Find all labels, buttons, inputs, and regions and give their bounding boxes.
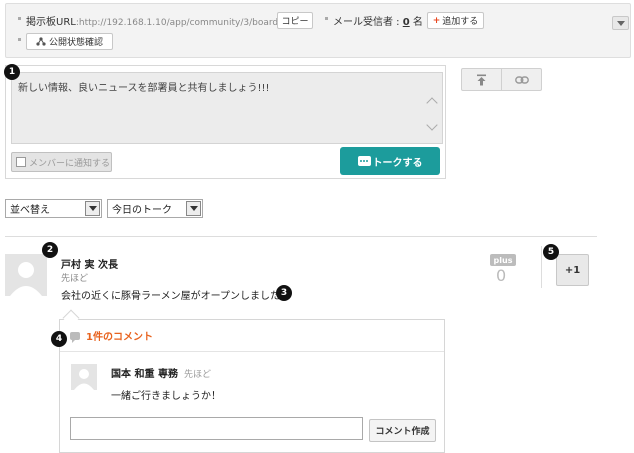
- mail-recipients-label: メール受信者 :: [333, 17, 403, 28]
- avatar-icon: [5, 254, 47, 296]
- comment-author-avatar[interactable]: [71, 364, 97, 390]
- copy-url-button[interactable]: コピー: [277, 12, 313, 29]
- marker-4: 4: [51, 331, 67, 347]
- board-url-label-text: 掲示板URL: [26, 17, 76, 28]
- notify-members-checkbox[interactable]: [16, 157, 26, 167]
- post-composer: 新しい情報、良いニュースを部署員と共有しましょう!!! メンバーに通知する トー…: [5, 65, 446, 179]
- triangle-down-icon: [88, 206, 97, 211]
- marker-1: 1: [4, 64, 20, 80]
- board-info-bar: 掲示板URL:http://192.168.1.10/app/community…: [5, 3, 631, 58]
- bullet-icon: [18, 17, 21, 20]
- post-textarea[interactable]: 新しい情報、良いニュースを部署員と共有しましょう!!!: [11, 72, 443, 144]
- comment-count[interactable]: 1件のコメント: [86, 328, 153, 343]
- comment-submit-button[interactable]: コメント作成: [369, 419, 436, 442]
- select-arrow-icon: [186, 201, 201, 216]
- talk-button-label: トークする: [372, 157, 423, 169]
- comment-body: 一緒ご行きましょうか！: [111, 391, 221, 402]
- post-author-avatar[interactable]: [5, 254, 47, 296]
- board-url-label: 掲示板URL:http://192.168.1.10/app/community…: [26, 13, 293, 28]
- public-status-button[interactable]: 公開状態確認: [26, 33, 113, 50]
- notify-members-label: メンバーに通知する: [29, 158, 111, 169]
- comment-time: 先ほど: [183, 370, 211, 380]
- period-select-value: 今日のトーク: [112, 205, 172, 216]
- link-button[interactable]: [501, 69, 541, 90]
- sort-select[interactable]: 並べ替え: [5, 199, 102, 218]
- marker-5: 5: [543, 244, 559, 260]
- triangle-down-icon: [189, 206, 198, 211]
- plus-icon: +: [432, 15, 441, 26]
- comment-author-name[interactable]: 国本 和重 専務: [111, 369, 178, 380]
- post-body: 会社の近くに豚骨ラーメン屋がオープンしました。: [61, 291, 290, 302]
- vertical-divider: [541, 246, 542, 288]
- plus-badge: plus: [490, 254, 516, 266]
- collapse-button[interactable]: [612, 16, 629, 30]
- link-icon: [514, 75, 529, 84]
- add-recipient-button-label: 追加する: [442, 17, 479, 27]
- bullet-icon: [18, 38, 21, 41]
- attachment-toolbar: [461, 68, 542, 91]
- mail-recipients: メール受信者 : 0 名: [333, 13, 423, 28]
- comment-header[interactable]: 1件のコメント: [60, 320, 444, 352]
- marker-2: 2: [42, 242, 58, 258]
- marker-3: 3: [276, 285, 292, 301]
- divider: [5, 236, 597, 237]
- plus-count: 0: [496, 266, 507, 285]
- bullet-icon: [325, 17, 328, 20]
- triangle-down-icon: [616, 20, 625, 26]
- comment-input[interactable]: [70, 417, 363, 440]
- upload-icon: [477, 74, 486, 85]
- plus-one-button[interactable]: +1: [556, 254, 589, 286]
- add-recipient-button[interactable]: + 追加する: [427, 12, 484, 29]
- upload-button[interactable]: [462, 69, 501, 90]
- share-network-icon: [36, 37, 46, 46]
- select-arrow-icon: [85, 201, 100, 216]
- copy-url-button-label: コピー: [281, 17, 309, 27]
- talk-button[interactable]: トークする: [340, 147, 440, 175]
- comment-section: 1件のコメント 国本 和重 専務 先ほど 一緒ご行きましょうか！ コメント作成: [59, 319, 445, 453]
- post-textarea-text: 新しい情報、良いニュースを部署員と共有しましょう!!!: [18, 83, 270, 94]
- board-url-value: :http://192.168.1.10/app/community/3/boa…: [75, 18, 293, 28]
- mail-recipients-unit: 名: [409, 17, 423, 28]
- sort-select-value: 並べ替え: [10, 205, 50, 216]
- scroll-down-icon[interactable]: [426, 119, 438, 131]
- period-select[interactable]: 今日のトーク: [107, 199, 203, 218]
- scroll-up-icon[interactable]: [426, 97, 438, 109]
- speech-bubble-icon: [70, 331, 80, 343]
- mail-recipients-count[interactable]: 0: [403, 17, 410, 28]
- post-time: 先ほど: [61, 274, 89, 284]
- post-author-name[interactable]: 戸村 実 次長: [61, 256, 118, 271]
- comment-item: 国本 和重 専務 先ほど: [111, 365, 211, 380]
- avatar-icon: [71, 364, 97, 390]
- public-status-button-label: 公開状態確認: [48, 38, 103, 48]
- talk-icon: [357, 156, 371, 166]
- notify-members-toggle[interactable]: メンバーに通知する: [11, 152, 112, 172]
